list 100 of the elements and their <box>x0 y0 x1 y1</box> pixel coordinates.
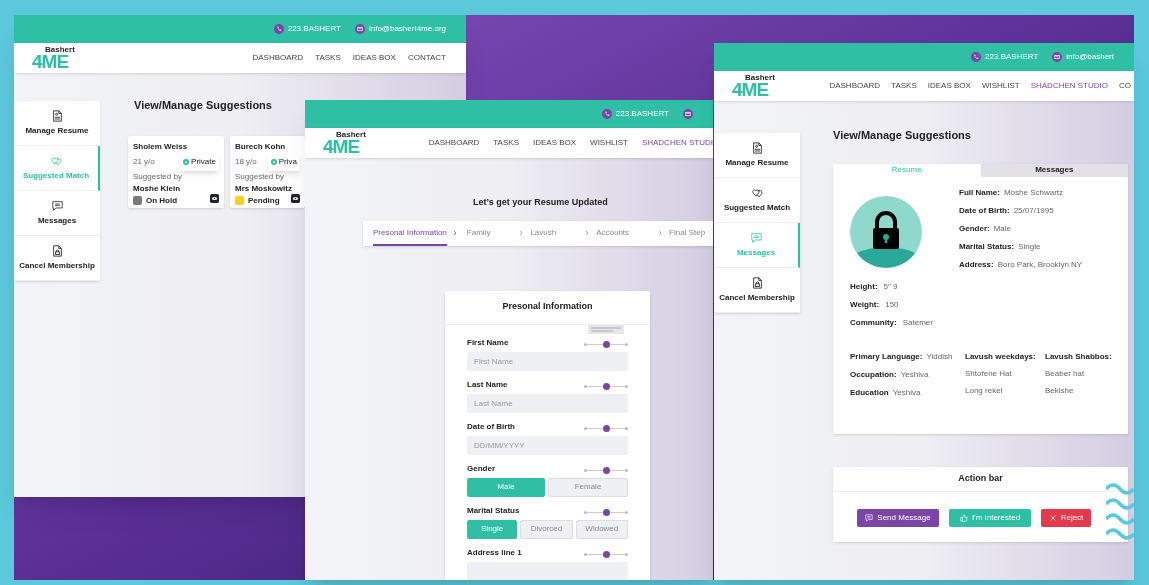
sidebar-item[interactable]: Cancel Membership <box>714 268 800 313</box>
detail-value: 5" 9 <box>883 280 898 293</box>
detail-label: Gender: <box>959 222 990 235</box>
nav-link[interactable]: TASKS <box>891 80 917 92</box>
slider-thumb[interactable] <box>602 382 610 390</box>
nav-link[interactable]: IDEAS BOX <box>352 52 396 64</box>
detail-label: Date of Birth: <box>959 204 1010 217</box>
privacy-slider[interactable] <box>584 424 628 433</box>
detail-value: Satemer <box>902 316 933 329</box>
document-icon <box>751 141 763 154</box>
person-name: Sholem Weiss <box>133 140 188 153</box>
nav-link[interactable]: IDEAS BOX <box>532 137 577 149</box>
wave-lines-drawing <box>1106 483 1134 543</box>
slider-thumb[interactable] <box>602 466 610 474</box>
logo-mark: 4ME <box>32 51 69 71</box>
hearts-icon <box>751 186 763 199</box>
nav-link[interactable]: CONTACT <box>407 52 446 64</box>
field-label: Address line 1 <box>467 546 522 559</box>
detail-value: Long rekel <box>965 384 1004 397</box>
nav-link[interactable]: SHADCHEN STUDI <box>641 137 713 149</box>
chat-icon <box>750 231 762 244</box>
field-label: Gender <box>467 462 495 475</box>
detail-label: Community: <box>850 316 897 329</box>
suggestion-card[interactable]: Sholem Weiss 21 y/o Private Suggested by Moshe Klein On Hold <box>128 135 224 208</box>
page-title: View/Manage Suggestions <box>133 98 273 113</box>
detail-value: Yeshiva <box>900 368 929 381</box>
logo-mark: 4ME <box>732 79 769 99</box>
phone-icon <box>971 52 982 62</box>
suggestion-card[interactable]: Burech Kohn 18 y/o Priva Suggested by Mrs Moskowitz Pending <box>230 135 305 208</box>
text-input[interactable]: Last Name <box>467 393 628 413</box>
privacy-slider[interactable] <box>584 466 628 475</box>
detail-value: Moshe Schwartz <box>1003 186 1064 199</box>
phone-icon <box>601 109 612 119</box>
logo-text: Bashert <box>335 130 366 139</box>
logo-mark: 4ME <box>323 136 360 156</box>
document-lock-icon <box>751 276 763 289</box>
slider-thumb[interactable] <box>602 550 610 558</box>
privacy-slider[interactable] <box>584 508 628 517</box>
chevron-icon <box>585 230 590 236</box>
nav-link[interactable]: CO <box>1119 80 1131 92</box>
privacy-slider[interactable] <box>584 550 628 559</box>
nav-link[interactable]: WISHLIST <box>981 80 1020 92</box>
nav-link[interactable]: DASHBOARD <box>252 52 304 64</box>
detail-value: Bekishe <box>1045 384 1075 397</box>
sidebar-label: Suggested Match <box>22 169 90 182</box>
sidebar-label: Manage Resume <box>725 156 789 169</box>
step-tab[interactable]: Presonal Information <box>373 220 447 246</box>
nav-link[interactable]: IDEAS BOX <box>927 80 971 92</box>
nav-link[interactable]: SHADCHEN STUDIO <box>1030 80 1108 92</box>
eye-icon[interactable] <box>210 193 219 203</box>
slider-thumb[interactable] <box>602 424 610 432</box>
detail-value: Beaber hat <box>1045 367 1086 380</box>
field-label: First Name <box>467 336 509 349</box>
sidebar-label: Cancel Membership <box>19 259 95 272</box>
detail-value: 25/07/1995 <box>1013 204 1054 217</box>
sidebar-item[interactable]: Cancel Membership <box>14 236 100 281</box>
privacy-slider[interactable] <box>584 340 628 349</box>
slider-thumb[interactable] <box>602 340 610 348</box>
step-tab[interactable]: Family <box>466 220 491 246</box>
suggester-name: Mrs Moskowitz <box>235 182 292 195</box>
thumbs-up-icon <box>959 513 968 522</box>
sidebar-label: Messages <box>37 214 77 227</box>
nav-link[interactable]: TASKS <box>493 137 519 149</box>
detail-label: Height: <box>850 280 878 293</box>
sidebar-label: Manage Resume <box>25 124 89 137</box>
status-label: Pending <box>248 194 280 207</box>
action-button[interactable]: Send Message <box>857 508 939 527</box>
mail-icon <box>354 24 365 34</box>
detail-label: Lavush Shabbos: <box>1045 350 1113 363</box>
detail-value: Male <box>993 222 1011 235</box>
step-tab[interactable]: Final Step <box>669 220 706 246</box>
nav-link[interactable]: WISHLIST <box>590 137 628 149</box>
text-input[interactable] <box>467 561 628 580</box>
step-tab[interactable]: Lavush <box>530 220 557 246</box>
eye-icon[interactable] <box>291 193 300 203</box>
detail-value: Shtofene Hat <box>965 367 1013 380</box>
sidebar-label: Messages <box>736 246 776 259</box>
detail-label: Full Name: <box>959 186 1000 199</box>
mail-icon <box>683 109 693 119</box>
document-lock-icon <box>51 244 63 257</box>
sidebar-item[interactable]: Messages <box>14 191 100 236</box>
privacy-slider[interactable] <box>584 382 628 391</box>
sidebar-item[interactable]: Manage Resume <box>14 101 100 146</box>
detail-label: Occupation: <box>850 368 897 381</box>
nav-link[interactable]: DASHBOARD <box>829 80 881 92</box>
step-tab[interactable]: Accounts <box>596 220 630 246</box>
nav-link[interactable]: DASHBOARD <box>428 137 480 149</box>
nav-link[interactable]: TASKS <box>315 52 341 64</box>
tab[interactable]: Messages <box>980 163 1128 177</box>
sidebar-item[interactable]: Manage Resume <box>714 133 800 178</box>
slider-thumb[interactable] <box>602 508 610 516</box>
action-button[interactable]: Reject <box>1041 508 1091 527</box>
privacy-badge: Priva <box>267 152 300 171</box>
detail-value: Boro Park, Brooklyn NY <box>997 258 1083 271</box>
person-age: 18 y/o <box>235 155 257 168</box>
text-input[interactable]: DD/MM/YYYY <box>467 435 628 455</box>
text-input[interactable]: First Name <box>467 351 628 371</box>
field-label: Last Name <box>467 378 508 391</box>
sidebar-label: Suggested Match <box>723 201 791 214</box>
sidebar-item[interactable]: Suggested Match <box>714 178 800 223</box>
